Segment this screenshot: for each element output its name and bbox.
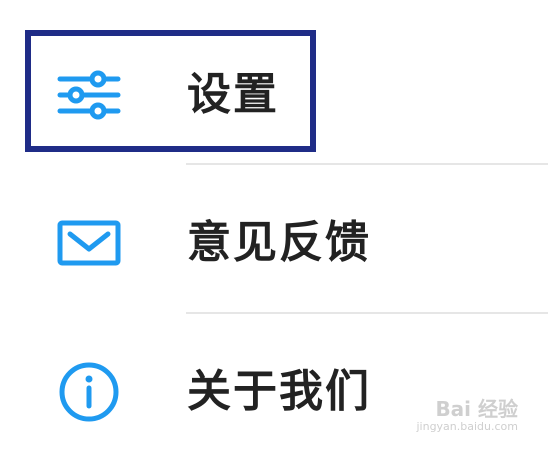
- menu-item-settings[interactable]: 设置: [0, 20, 548, 170]
- divider: [186, 163, 548, 165]
- watermark-brand: Bai 经验: [435, 397, 518, 421]
- menu-item-feedback[interactable]: 意见反馈: [0, 168, 548, 318]
- menu-item-label-about: 关于我们: [187, 366, 371, 417]
- info-icon: [59, 362, 119, 422]
- menu-list: 设置 意见反馈 关于我们: [0, 0, 548, 460]
- sliders-icon: [57, 70, 121, 120]
- watermark: Bai 经验 jingyan.baidu.com: [398, 398, 518, 448]
- menu-item-label-feedback: 意见反馈: [187, 217, 371, 268]
- mail-icon: [57, 220, 121, 266]
- divider: [186, 312, 548, 314]
- menu-item-label-settings: 设置: [187, 69, 279, 120]
- watermark-domain: jingyan.baidu.com: [416, 420, 518, 433]
